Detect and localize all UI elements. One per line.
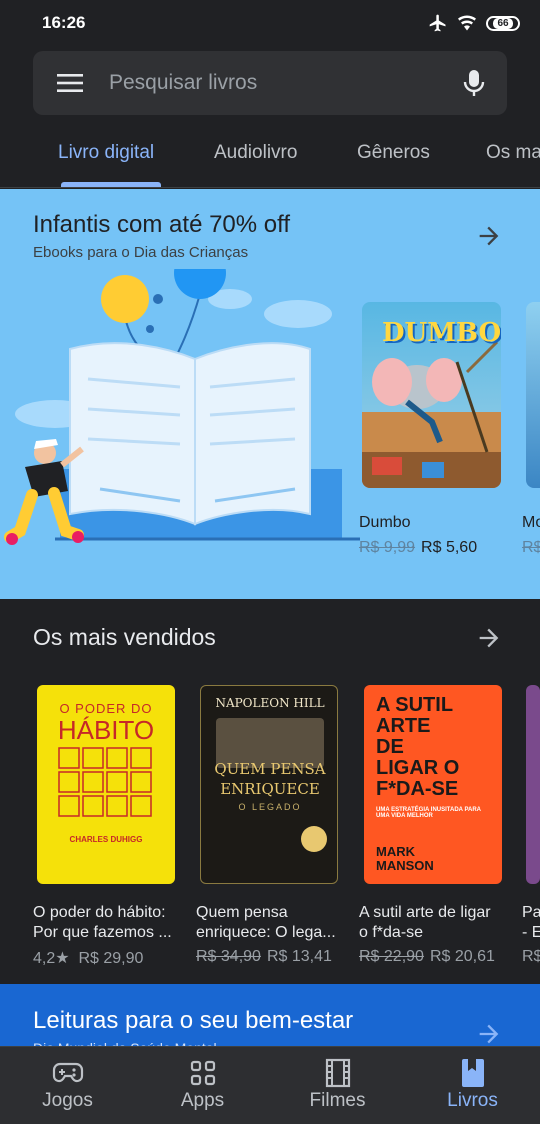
gamepad-icon [52, 1058, 84, 1088]
airplane-icon [429, 14, 446, 32]
book-price-quem-pensa-enriquece: R$ 34,90 R$ 13,41 [196, 948, 332, 966]
battery-indicator: 66 [486, 15, 520, 31]
bookmark-book-icon [461, 1058, 485, 1088]
cover-text: ENRIQUECE [220, 780, 320, 798]
arrow-right-icon[interactable] [475, 222, 503, 250]
cover-text: QUEM PENSA [214, 760, 326, 778]
section-title-bestsellers: Os mais vendidos [33, 624, 216, 650]
promo-subtitle: Ebooks para o Dia das Crianças [33, 244, 249, 261]
status-bar: 16:26 66 [0, 0, 540, 46]
cover-text: HÁBITO [57, 715, 155, 745]
nav-filmes[interactable]: Filmes [270, 1047, 405, 1124]
menu-icon[interactable] [57, 73, 83, 93]
old-price: R$ 34,90 [196, 948, 261, 965]
microphone-icon[interactable] [463, 69, 485, 97]
seal-icon [301, 826, 327, 852]
book-cover-dumbo[interactable]: DUMBO [362, 302, 501, 488]
book-price-partial: R$ [522, 948, 540, 966]
habit-grid-art [58, 747, 152, 817]
nav-label: Jogos [42, 1090, 93, 1111]
cover-text: MARK [376, 844, 415, 859]
title-line: O poder do hábito: [33, 904, 166, 921]
cover-author-block: MARK MANSON [376, 845, 434, 873]
wellness-title: Leituras para o seu bem-estar [33, 1007, 354, 1034]
nav-label: Apps [180, 1090, 225, 1111]
sale-price: R$ 5,60 [421, 539, 478, 556]
film-icon [325, 1058, 351, 1088]
book-cover-partial[interactable] [526, 302, 540, 488]
tab-livro-digital[interactable]: Livro digital [58, 142, 154, 164]
arrow-right-icon[interactable] [475, 624, 503, 652]
apps-grid-icon [190, 1058, 216, 1088]
book-title-sutil-arte[interactable]: A sutil arte de ligar o f*da-se [359, 903, 509, 943]
cover-text: UMA ESTRATÉGIA INUSITADA PARA UMA VIDA M… [376, 807, 481, 819]
tab-audiolivro[interactable]: Audiolivro [214, 142, 297, 164]
cover-author: CHARLES DUHIGG [69, 835, 143, 844]
rating: 4,2★ [33, 950, 70, 967]
old-price: R$ 9,99 [359, 539, 416, 556]
nav-jogos[interactable]: Jogos [0, 1047, 135, 1124]
book-cover-sutil-arte[interactable]: A SUTIL ARTE DE LIGAR O F*DA-SE UMA ESTR… [364, 685, 502, 884]
title-line: enriquece: O lega... [196, 924, 336, 941]
book-title-partial[interactable]: Mo [522, 514, 540, 532]
price: R$ [522, 948, 540, 965]
price: R$ 29,90 [78, 950, 144, 967]
promo-title: Infantis com até 70% off [33, 211, 291, 238]
cover-text: A SUTIL [376, 694, 454, 716]
cover-text: NAPOLEON HILL [215, 696, 325, 710]
cover-text: F*DA-SE [376, 778, 459, 800]
wifi-icon [458, 15, 476, 31]
book-meta-poder-do-habito: 4,2★ R$ 29,90 [33, 948, 143, 968]
cover-text: O PODER DO [59, 701, 153, 716]
wellness-banner[interactable]: Leituras para o seu bem-estar Dia Mundia… [0, 984, 540, 1054]
cover-text: DE [376, 736, 404, 758]
price: R$ 20,61 [429, 948, 495, 965]
nav-label: Livros [447, 1090, 498, 1111]
tab-generos[interactable]: Gêneros [357, 142, 430, 164]
cover-text: MANSON [376, 858, 434, 873]
title-line: - E [522, 924, 540, 941]
old-price: R$ [522, 539, 540, 556]
title-line: Pa [522, 904, 540, 921]
book-title-poder-do-habito[interactable]: O poder do hábito: Por que fazemos ... [33, 903, 183, 943]
title-line: Por que fazemos ... [33, 924, 172, 941]
promo-banner[interactable]: Infantis com até 70% off Ebooks para o D… [0, 189, 540, 599]
title-line: Quem pensa [196, 904, 288, 921]
category-tabs: Livro digital Audiolivro Gêneros Os ma [0, 128, 540, 188]
book-cover-quem-pensa-enriquece[interactable]: NAPOLEON HILL QUEM PENSA ENRIQUECE O LEG… [200, 685, 338, 884]
book-price-sutil-arte: R$ 22,90 R$ 20,61 [359, 948, 495, 966]
active-tab-indicator [61, 182, 161, 187]
book-title-partial[interactable]: Pa - E [522, 903, 540, 943]
title-line: A sutil arte de ligar [359, 904, 491, 921]
book-price-dumbo: R$ 9,99 R$ 5,60 [359, 539, 477, 557]
book-price-partial: R$ [522, 539, 540, 557]
arrow-right-icon[interactable] [475, 1020, 503, 1048]
old-price: R$ 22,90 [359, 948, 424, 965]
dumbo-cover-title: DUMBO [382, 318, 501, 348]
cover-text: ARTE [376, 715, 431, 737]
book-cover-partial[interactable] [526, 685, 540, 884]
cover-text: LIGAR O [376, 757, 460, 779]
price: R$ 13,41 [266, 948, 332, 965]
tab-os-mais[interactable]: Os ma [486, 142, 540, 164]
bottom-navigation: Jogos Apps Filmes Livros [0, 1046, 540, 1124]
search-bar[interactable]: Pesquisar livros [33, 51, 507, 115]
cover-title-block: A SUTIL ARTE DE LIGAR O F*DA-SE [376, 695, 459, 800]
title-line: o f*da-se [359, 924, 424, 941]
book-cover-poder-do-habito[interactable]: O PODER DO HÁBITO CHARLES DUHIGG [37, 685, 175, 884]
cover-text: O LEGADO [238, 802, 302, 812]
nav-label: Filmes [309, 1090, 366, 1111]
book-title-dumbo[interactable]: Dumbo [359, 514, 411, 532]
book-title-quem-pensa-enriquece[interactable]: Quem pensa enriquece: O lega... [196, 903, 346, 943]
nav-livros[interactable]: Livros [405, 1047, 540, 1124]
nav-apps[interactable]: Apps [135, 1047, 270, 1124]
status-time: 16:26 [42, 13, 86, 32]
search-input[interactable]: Pesquisar livros [109, 71, 463, 95]
battery-level: 66 [493, 17, 513, 29]
reading-child-illustration [4, 269, 360, 545]
status-icons: 66 [428, 13, 520, 33]
